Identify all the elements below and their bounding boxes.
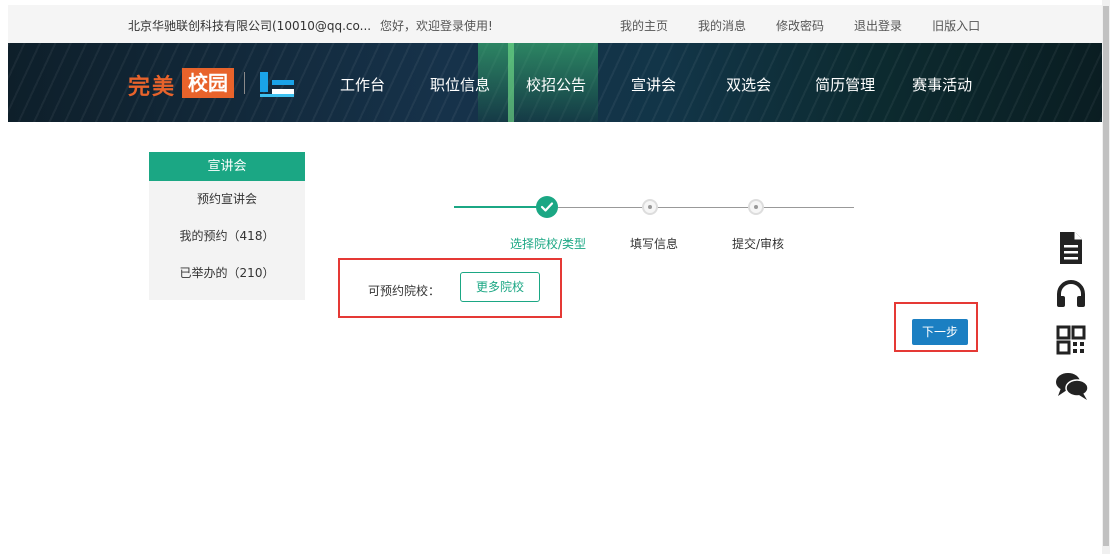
floating-toolbar [1048, 226, 1094, 410]
main-nav: 工作台 职位信息 校招公告 宣讲会 双选会 简历管理 赛事活动 [340, 74, 972, 95]
step-2-circle [642, 199, 658, 215]
nav-workbench[interactable]: 工作台 [340, 74, 385, 95]
sidebar-title: 宣讲会 [149, 152, 305, 181]
nav-events[interactable]: 赛事活动 [912, 74, 972, 95]
scrollbar-thumb[interactable] [1103, 6, 1109, 546]
step-2-label: 填写信息 [630, 237, 679, 251]
step-3-label: 提交/审核 [732, 237, 785, 251]
link-messages[interactable]: 我的消息 [698, 17, 746, 34]
sidebar: 宣讲会 预约宣讲会 我的预约（418） 已举办的（210） [149, 152, 305, 300]
sidebar-item-my-bookings[interactable]: 我的预约（418） [149, 218, 305, 255]
step-1-label: 选择院校/类型 [510, 237, 587, 251]
logo-text-2: 校园 [182, 68, 234, 98]
page-scrollbar[interactable] [1102, 0, 1110, 554]
available-schools-label: 可预约院校： [368, 284, 441, 298]
step-1-check-icon [536, 196, 558, 218]
sidebar-item-book-seminar[interactable]: 预约宣讲会 [149, 181, 305, 218]
logo-mark-icon [260, 72, 296, 98]
step-line-done [454, 206, 539, 208]
document-icon[interactable] [1055, 230, 1087, 264]
link-logout[interactable]: 退出登录 [854, 17, 902, 34]
logo-text-1: 完美 [128, 75, 177, 100]
link-old-version[interactable]: 旧版入口 [932, 17, 980, 34]
school-select-highlight: 可预约院校： 更多院校 [338, 258, 562, 318]
headset-icon[interactable] [1055, 278, 1087, 310]
link-change-password[interactable]: 修改密码 [776, 17, 824, 34]
step-line [558, 207, 854, 208]
qrcode-icon[interactable] [1055, 324, 1087, 356]
nav-resume-manage[interactable]: 简历管理 [815, 74, 875, 95]
company-name: 北京华驰联创科技有限公司(10010@qq.co... [128, 19, 372, 33]
top-links: 我的主页 我的消息 修改密码 退出登录 旧版入口 [620, 17, 1010, 34]
link-home[interactable]: 我的主页 [620, 17, 668, 34]
next-step-highlight: 下一步 [894, 302, 978, 352]
top-info-bar: 北京华驰联创科技有限公司(10010@qq.co... 您好，欢迎登录使用! 我… [8, 5, 1102, 43]
nav-seminar[interactable]: 宣讲会 [631, 74, 676, 95]
step-3-circle [748, 199, 764, 215]
header-banner: 完美 校园 工作台 职位信息 校招公告 宣讲会 双选会 简历管理 赛事活动 [8, 43, 1102, 122]
main-content: 选择院校/类型 填写信息 提交/审核 可预约院校： 更多院校 下一步 [324, 152, 984, 554]
nav-recruit-notice[interactable]: 校招公告 [526, 74, 586, 95]
sidebar-item-held[interactable]: 已举办的（210） [149, 255, 305, 292]
next-step-button[interactable]: 下一步 [912, 319, 968, 345]
greeting-text: 您好，欢迎登录使用! [380, 19, 493, 33]
nav-positions[interactable]: 职位信息 [430, 74, 490, 95]
more-schools-button[interactable]: 更多院校 [460, 272, 540, 302]
chat-icon[interactable] [1055, 370, 1089, 402]
logo-divider [244, 72, 245, 94]
nav-job-fair[interactable]: 双选会 [726, 74, 771, 95]
